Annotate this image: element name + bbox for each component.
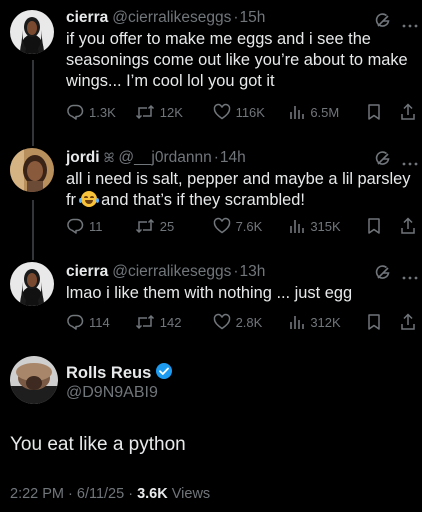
name-glyph: ꕤ: [103, 150, 115, 165]
tweet-3-content: cierra @cierralikeseggs · 13h lmao i lik…: [66, 262, 414, 304]
share-icon: [400, 217, 416, 235]
main-tweet-text: You eat like a python: [10, 434, 186, 455]
reply-icon: [66, 103, 84, 121]
bookmark-button[interactable]: [366, 313, 400, 331]
retweet-button[interactable]: 142: [135, 313, 213, 331]
avatar-rolls-reus[interactable]: [10, 356, 58, 404]
like-count: 116K: [235, 104, 265, 120]
tweet-3-header: cierra @cierralikeseggs · 13h: [66, 262, 414, 282]
avatar-jordi[interactable]: [10, 148, 54, 192]
views-icon: [289, 103, 305, 121]
author-name[interactable]: jordi: [66, 148, 100, 168]
views-button[interactable]: 315K: [289, 217, 366, 235]
reply-icon: [66, 313, 84, 331]
tweet-2-actions: 11 25 7.6K 315K: [66, 217, 416, 235]
author-name[interactable]: cierra: [66, 262, 108, 282]
separator: ·: [233, 9, 239, 26]
retweet-icon: [135, 313, 155, 331]
like-button[interactable]: 7.6K: [213, 217, 290, 235]
share-icon: [400, 103, 416, 121]
retweet-count: 142: [159, 314, 182, 330]
avatar-cierra[interactable]: [10, 262, 54, 306]
author-handle[interactable]: @__j0rdannn: [118, 148, 211, 168]
main-author[interactable]: Rolls Reus: [66, 362, 173, 385]
views-icon: [289, 217, 305, 235]
bookmark-icon: [366, 217, 382, 235]
grok-icon[interactable]: [374, 12, 392, 35]
heart-icon: [213, 103, 231, 121]
retweet-icon: [135, 103, 155, 121]
retweet-count: 12K: [159, 104, 183, 120]
grok-icon[interactable]: [374, 264, 392, 287]
separator: ·: [233, 263, 239, 280]
tweet-2-header-actions: [374, 150, 418, 173]
views-count: 6.5M: [310, 104, 340, 120]
main-author-name: Rolls Reus: [66, 364, 152, 382]
reply-button[interactable]: 114: [66, 313, 135, 331]
share-button[interactable]: [400, 103, 416, 121]
author-name[interactable]: cierra: [66, 8, 108, 28]
timestamp[interactable]: 13h: [240, 262, 266, 282]
like-count: 2.8K: [235, 314, 263, 330]
more-icon[interactable]: [402, 15, 418, 33]
reply-count: 1.3K: [89, 104, 116, 120]
main-tweet-views-count: 3.6K: [137, 486, 168, 502]
reply-count: 11: [89, 218, 103, 234]
tweet-3-header-actions: [374, 264, 418, 287]
retweet-icon: [135, 217, 155, 235]
tweet-text: if you offer to make me eggs and i see t…: [66, 30, 413, 90]
tweet-2-content: jordi ꕤ @__j0rdannn · 14h all i need is …: [66, 148, 414, 211]
tweet-1-actions: 1.3K 12K 116K 6.5M: [66, 103, 416, 121]
grok-icon[interactable]: [374, 150, 392, 173]
share-button[interactable]: [400, 313, 416, 331]
main-tweet-views-label: Views: [167, 486, 211, 502]
main-tweet-meta: 2:22 PM · 6/11/25 · 3.6K Views: [10, 486, 210, 502]
tweet-text: all i need is salt, pepper and maybe a l…: [66, 169, 414, 211]
tweet-1-header: cierra @cierralikeseggs · 15h: [66, 8, 414, 28]
reply-icon: [66, 217, 84, 235]
verified-badge-icon: [155, 362, 173, 385]
like-count: 7.6K: [235, 218, 263, 234]
like-button[interactable]: 2.8K: [213, 313, 290, 331]
retweet-count: 25: [159, 218, 175, 234]
views-count: 315K: [310, 218, 341, 234]
views-icon: [289, 313, 305, 331]
more-icon[interactable]: [402, 267, 418, 285]
tweet-text: lmao i like them with nothing ... just e…: [66, 284, 353, 302]
tweet-3-actions: 114 142 2.8K 312K: [66, 313, 416, 331]
retweet-button[interactable]: 12K: [135, 103, 213, 121]
author-handle[interactable]: @cierralikeseggs: [112, 8, 231, 28]
bookmark-button[interactable]: [366, 217, 400, 235]
laughing-tears-emoji: [78, 191, 99, 207]
reply-button[interactable]: 1.3K: [66, 103, 135, 121]
reply-count: 114: [89, 314, 110, 330]
tweet-text-part-2: and that’s if they scrambled!: [101, 191, 305, 209]
bookmark-button[interactable]: [366, 103, 400, 121]
retweet-button[interactable]: 25: [135, 217, 213, 235]
share-icon: [400, 313, 416, 331]
tweet-2-header: jordi ꕤ @__j0rdannn · 14h: [66, 148, 414, 168]
avatar-cierra[interactable]: [10, 10, 54, 54]
tweet-1-content: cierra @cierralikeseggs · 15h if you off…: [66, 8, 414, 92]
reply-button[interactable]: 11: [66, 217, 135, 235]
like-button[interactable]: 116K: [213, 103, 290, 121]
more-icon[interactable]: [402, 153, 418, 171]
author-handle[interactable]: @cierralikeseggs: [112, 262, 231, 282]
views-button[interactable]: 312K: [289, 313, 366, 331]
views-button[interactable]: 6.5M: [289, 103, 366, 121]
heart-icon: [213, 217, 231, 235]
share-button[interactable]: [400, 217, 416, 235]
tweet-1-header-actions: [374, 12, 418, 35]
timestamp[interactable]: 14h: [220, 148, 246, 168]
separator: ·: [213, 149, 219, 166]
bookmark-icon: [366, 313, 382, 331]
main-tweet-time[interactable]: 2:22 PM · 6/11/25 ·: [10, 486, 137, 502]
views-count: 312K: [310, 314, 341, 330]
timestamp[interactable]: 15h: [240, 8, 266, 28]
heart-icon: [213, 313, 231, 331]
bookmark-icon: [366, 103, 382, 121]
main-author-handle[interactable]: @D9N9ABI9: [66, 384, 158, 402]
